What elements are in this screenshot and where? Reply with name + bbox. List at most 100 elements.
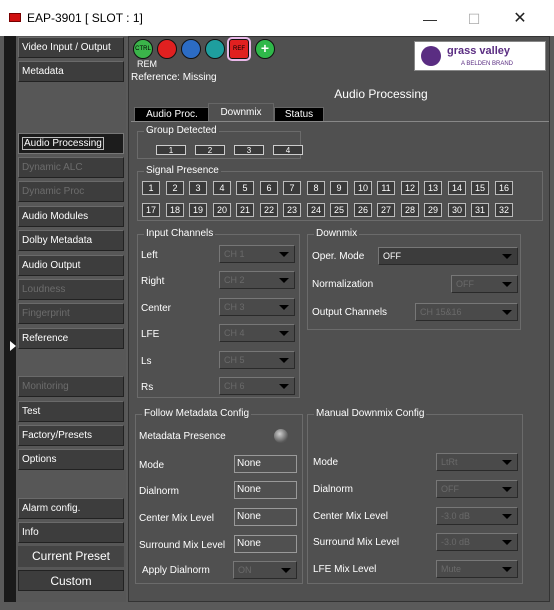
signal-channel: 2 <box>166 181 184 195</box>
group-indicator: 3 <box>234 145 264 155</box>
manual-lfe-mix-label: LFE Mix Level <box>313 564 377 575</box>
maximize-button[interactable]: ☐ <box>451 6 497 32</box>
manual-downmix-title: Manual Downmix Config <box>314 408 427 419</box>
sidebar-item-info[interactable]: Info <box>18 522 124 543</box>
chevron-down-icon <box>279 331 289 336</box>
manual-mode-dropdown[interactable]: LtRt <box>436 453 518 471</box>
tab-status[interactable]: Status <box>274 107 324 122</box>
signal-channel: 20 <box>213 203 231 217</box>
sidebar-item-factory-presets[interactable]: Factory/Presets <box>18 425 124 446</box>
current-preset-label: Current Preset <box>18 546 124 567</box>
chevron-down-icon <box>281 568 291 573</box>
ls-channel-dropdown[interactable]: CH 5 <box>219 351 295 369</box>
ctrl-icon[interactable]: CTRL <box>133 39 153 59</box>
signal-channel: 6 <box>260 181 278 195</box>
sidebar-item-alarm-config[interactable]: Alarm config. <box>18 498 124 519</box>
add-icon[interactable]: + <box>255 39 275 59</box>
signal-channel: 10 <box>354 181 372 195</box>
collapse-strip[interactable] <box>4 36 16 602</box>
group-indicator: 2 <box>195 145 225 155</box>
sidebar-item-test[interactable]: Test <box>18 401 124 422</box>
manual-mode-label: Mode <box>313 457 339 468</box>
normalization-dropdown[interactable]: OFF <box>451 275 518 293</box>
manual-center-mix-dropdown[interactable]: -3.0 dB <box>436 507 518 525</box>
sidebar-item-audio-output[interactable]: Audio Output <box>18 255 124 276</box>
signal-channel: 30 <box>448 203 466 217</box>
tab-downmix[interactable]: Downmix <box>208 103 274 122</box>
rs-channel-label: Rs <box>141 382 154 393</box>
tab-divider <box>131 121 549 122</box>
manual-surround-mix-dropdown[interactable]: -3.0 dB <box>436 533 518 551</box>
manual-downmix-panel: Manual Downmix Config Mode LtRt Dialnorm… <box>307 408 523 584</box>
sidebar-item-audio-modules[interactable]: Audio Modules <box>18 206 124 227</box>
window-title: EAP-3901 [ SLOT : 1] <box>27 11 143 25</box>
sidebar-item-reference[interactable]: Reference <box>18 328 124 349</box>
logo-subtitle: A BELDEN BRAND <box>461 61 514 67</box>
output-channels-dropdown[interactable]: CH 15&16 <box>415 303 518 321</box>
sidebar-item-metadata[interactable]: Metadata <box>18 61 124 82</box>
chevron-down-icon <box>279 278 289 283</box>
reference-icon[interactable]: REF <box>227 37 251 61</box>
downmix-panel: Downmix Oper. Mode OFF Normalization OFF… <box>307 228 521 330</box>
center-channel-label: Center <box>141 303 172 314</box>
chevron-down-icon <box>502 540 512 545</box>
metadata-dialnorm-field: None <box>234 481 297 499</box>
metadata-mode-label: Mode <box>139 460 165 471</box>
signal-channel: 18 <box>166 203 184 217</box>
sidebar-item-dynamic-proc: Dynamic Proc <box>18 181 124 202</box>
metadata-surround-mix-field: None <box>234 535 297 553</box>
signal-channel: 21 <box>236 203 254 217</box>
reference-status: Reference: Missing <box>131 72 217 83</box>
center-channel-dropdown[interactable]: CH 3 <box>219 298 295 316</box>
signal-channel: 23 <box>283 203 301 217</box>
chevron-down-icon <box>279 305 289 310</box>
rs-channel-dropdown[interactable]: CH 6 <box>219 377 295 395</box>
sidebar-item-dolby-metadata[interactable]: Dolby Metadata <box>18 230 124 251</box>
chevron-down-icon <box>279 252 289 257</box>
signal-channel: 26 <box>354 203 372 217</box>
route-arrow-icon[interactable] <box>181 39 201 59</box>
sidebar-item-options[interactable]: Options <box>18 449 124 470</box>
manual-lfe-mix-dropdown[interactable]: Mute <box>436 560 518 578</box>
signal-channel: 8 <box>307 181 325 195</box>
metadata-surround-mix-label: Surround Mix Level <box>139 540 226 551</box>
signal-channel: 9 <box>330 181 348 195</box>
chevron-down-icon <box>502 282 512 287</box>
main-panel: CTRL REM REF + grass valley A BELDEN BRA… <box>128 36 550 602</box>
oper-mode-dropdown[interactable]: OFF <box>378 247 518 265</box>
sidebar: Video Input / Output Metadata Audio Proc… <box>16 36 126 602</box>
signal-channel: 15 <box>471 181 489 195</box>
chevron-down-icon <box>502 460 512 465</box>
manual-surround-mix-label: Surround Mix Level <box>313 537 400 548</box>
signal-channel: 13 <box>424 181 442 195</box>
page-title: Audio Processing <box>334 87 428 101</box>
signal-channel: 31 <box>471 203 489 217</box>
current-preset-value: Custom <box>18 570 124 591</box>
metadata-center-mix-label: Center Mix Level <box>139 513 215 524</box>
signal-channel: 7 <box>283 181 301 195</box>
signal-channel: 27 <box>377 203 395 217</box>
sidebar-item-audio-processing[interactable]: Audio Processing <box>18 133 124 154</box>
metadata-presence-led-icon <box>274 429 288 443</box>
ls-channel-label: Ls <box>141 356 152 367</box>
tab-audio-proc[interactable]: Audio Proc. <box>134 107 210 122</box>
input-channels-title: Input Channels <box>144 228 216 239</box>
logo-mark-icon <box>421 46 441 66</box>
sidebar-item-fingerprint: Fingerprint <box>18 303 124 324</box>
apply-dialnorm-dropdown[interactable]: ON <box>233 561 297 579</box>
chevron-down-icon <box>279 384 289 389</box>
speaker-icon[interactable] <box>205 39 225 59</box>
downmix-title: Downmix <box>314 228 360 239</box>
lfe-channel-dropdown[interactable]: CH 4 <box>219 324 295 342</box>
sidebar-item-video-input-output[interactable]: Video Input / Output <box>18 37 124 58</box>
minimize-button[interactable]: — <box>407 6 453 32</box>
chevron-down-icon <box>279 358 289 363</box>
right-channel-dropdown[interactable]: CH 2 <box>219 271 295 289</box>
left-channel-dropdown[interactable]: CH 1 <box>219 245 295 263</box>
follow-metadata-title: Follow Metadata Config <box>142 408 252 419</box>
signal-channel: 3 <box>189 181 207 195</box>
sidebar-item-dynamic-alc: Dynamic ALC <box>18 157 124 178</box>
close-button[interactable]: ✕ <box>497 6 543 32</box>
input-arrow-icon[interactable] <box>157 39 177 59</box>
manual-dialnorm-dropdown[interactable]: OFF <box>436 480 518 498</box>
